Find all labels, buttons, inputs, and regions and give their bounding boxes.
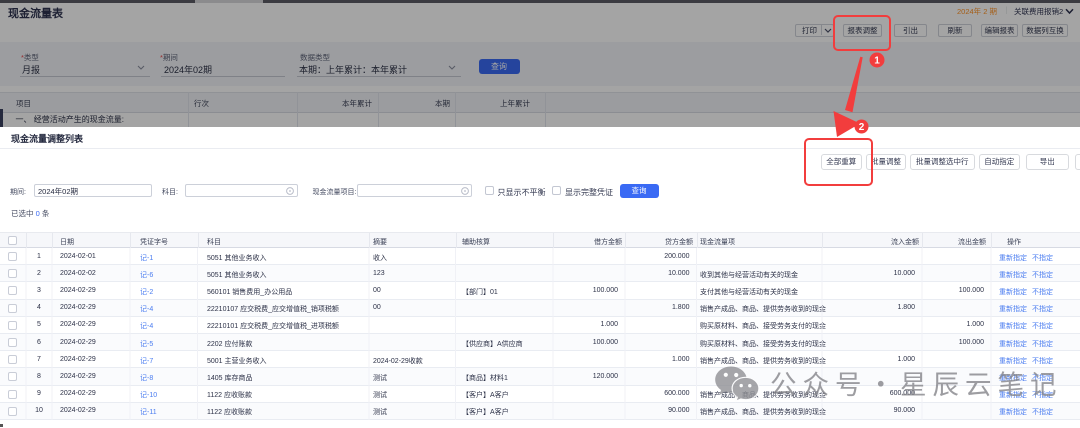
svg-text:1: 1 — [874, 56, 880, 67]
svg-text:2: 2 — [859, 122, 865, 133]
